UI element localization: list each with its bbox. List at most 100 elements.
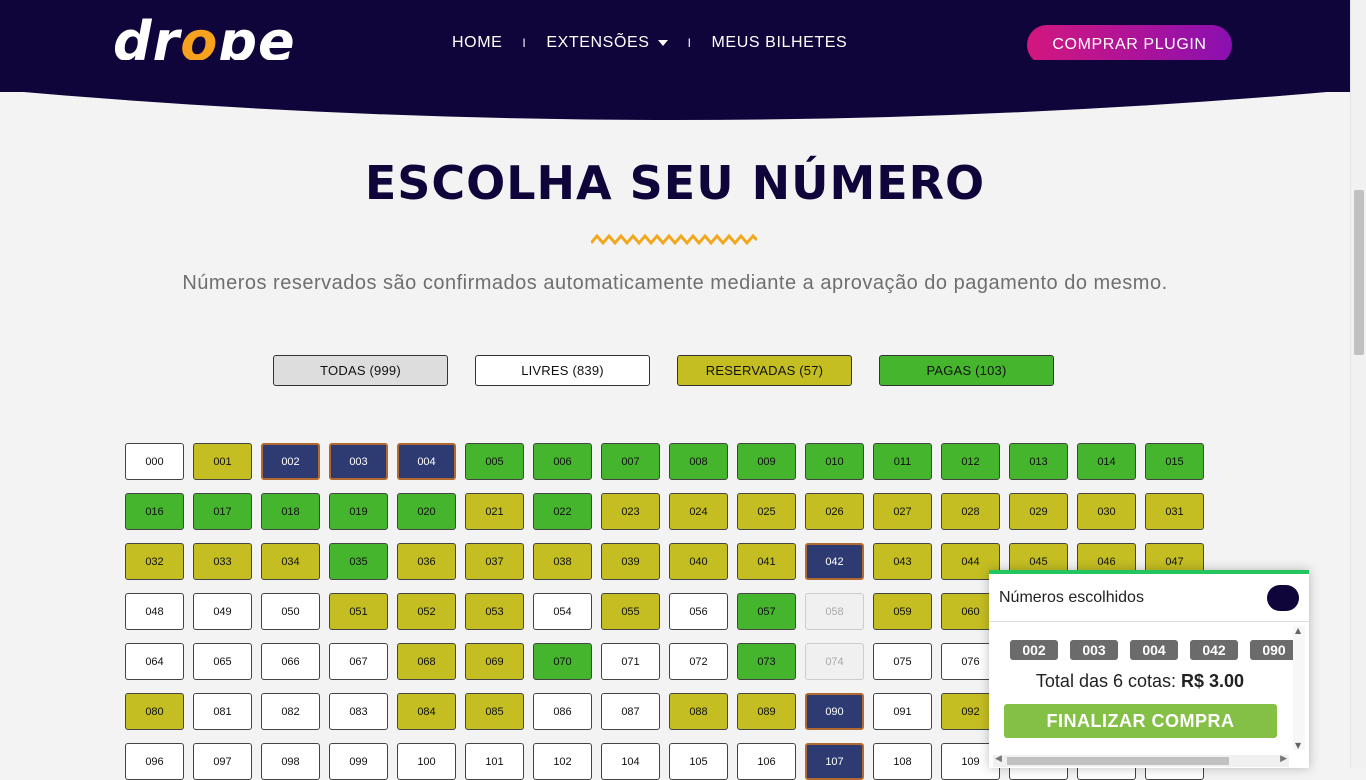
number-button[interactable]: 035	[329, 543, 388, 580]
number-button[interactable]: 040	[669, 543, 728, 580]
number-button[interactable]: 006	[533, 443, 592, 480]
number-button[interactable]: 003	[329, 443, 388, 480]
number-button[interactable]: 086	[533, 693, 592, 730]
number-button[interactable]: 029	[1009, 493, 1068, 530]
number-button[interactable]: 052	[397, 593, 456, 630]
number-button[interactable]: 038	[533, 543, 592, 580]
number-button[interactable]: 017	[193, 493, 252, 530]
number-button[interactable]: 025	[737, 493, 796, 530]
number-button[interactable]: 089	[737, 693, 796, 730]
number-button[interactable]: 087	[601, 693, 660, 730]
number-button[interactable]: 101	[465, 743, 524, 780]
number-button[interactable]: 080	[125, 693, 184, 730]
nav-extensions[interactable]: EXTENSÕES	[546, 34, 668, 52]
number-button[interactable]: 036	[397, 543, 456, 580]
number-button[interactable]: 020	[397, 493, 456, 530]
number-button[interactable]: 042	[805, 543, 864, 580]
number-button[interactable]: 072	[669, 643, 728, 680]
number-button[interactable]: 005	[465, 443, 524, 480]
number-button[interactable]: 004	[397, 443, 456, 480]
number-button[interactable]: 065	[193, 643, 252, 680]
number-button[interactable]: 075	[873, 643, 932, 680]
number-button[interactable]: 055	[601, 593, 660, 630]
number-button[interactable]: 001	[193, 443, 252, 480]
number-button[interactable]: 012	[941, 443, 1000, 480]
scrollbar-thumb[interactable]	[1007, 757, 1229, 765]
number-button[interactable]: 023	[601, 493, 660, 530]
number-button[interactable]: 032	[125, 543, 184, 580]
number-button[interactable]: 037	[465, 543, 524, 580]
number-button[interactable]: 000	[125, 443, 184, 480]
scroll-left-icon[interactable]: ◀	[995, 754, 1002, 764]
number-button[interactable]: 018	[261, 493, 320, 530]
number-button[interactable]: 024	[669, 493, 728, 530]
number-button[interactable]: 088	[669, 693, 728, 730]
number-button[interactable]: 027	[873, 493, 932, 530]
nav-tickets[interactable]: MEUS BILHETES	[712, 34, 848, 52]
scroll-down-icon[interactable]: ▼	[1295, 741, 1301, 750]
number-button[interactable]: 009	[737, 443, 796, 480]
number-button[interactable]: 031	[1145, 493, 1204, 530]
number-button[interactable]: 022	[533, 493, 592, 530]
number-button[interactable]: 070	[533, 643, 592, 680]
number-button[interactable]: 039	[601, 543, 660, 580]
number-button[interactable]: 030	[1077, 493, 1136, 530]
number-button[interactable]: 050	[261, 593, 320, 630]
number-button[interactable]: 049	[193, 593, 252, 630]
number-button[interactable]: 026	[805, 493, 864, 530]
number-button[interactable]: 090	[805, 693, 864, 730]
popup-horizontal-scrollbar[interactable]: ◀ ▶	[993, 754, 1289, 767]
number-button[interactable]: 057	[737, 593, 796, 630]
scroll-right-icon[interactable]: ▶	[1280, 754, 1287, 764]
number-button[interactable]: 091	[873, 693, 932, 730]
number-button[interactable]: 043	[873, 543, 932, 580]
number-button[interactable]: 071	[601, 643, 660, 680]
number-button[interactable]: 081	[193, 693, 252, 730]
page-scrollbar[interactable]	[1350, 0, 1366, 768]
number-button[interactable]: 105	[669, 743, 728, 780]
number-button[interactable]: 100	[397, 743, 456, 780]
number-button[interactable]: 007	[601, 443, 660, 480]
number-button[interactable]: 069	[465, 643, 524, 680]
number-button[interactable]: 051	[329, 593, 388, 630]
number-button[interactable]: 034	[261, 543, 320, 580]
number-button[interactable]: 013	[1009, 443, 1068, 480]
number-button[interactable]: 048	[125, 593, 184, 630]
number-button[interactable]: 054	[533, 593, 592, 630]
popup-toggle-button[interactable]	[1267, 584, 1299, 611]
number-button[interactable]: 008	[669, 443, 728, 480]
scrollbar-thumb[interactable]	[1354, 190, 1364, 355]
number-button[interactable]: 097	[193, 743, 252, 780]
number-button[interactable]: 099	[329, 743, 388, 780]
number-button[interactable]: 010	[805, 443, 864, 480]
number-button[interactable]: 014	[1077, 443, 1136, 480]
number-button[interactable]: 056	[669, 593, 728, 630]
buy-plugin-button[interactable]: COMPRAR PLUGIN	[1027, 25, 1232, 65]
number-button[interactable]: 108	[873, 743, 932, 780]
scroll-up-icon[interactable]: ▲	[1295, 626, 1301, 635]
number-button[interactable]: 096	[125, 743, 184, 780]
number-button[interactable]: 066	[261, 643, 320, 680]
number-button[interactable]: 106	[737, 743, 796, 780]
number-button[interactable]: 083	[329, 693, 388, 730]
number-button[interactable]: 082	[261, 693, 320, 730]
number-button[interactable]: 041	[737, 543, 796, 580]
number-button[interactable]: 011	[873, 443, 932, 480]
filter-all[interactable]: TODAS (999)	[273, 355, 448, 386]
number-button[interactable]: 019	[329, 493, 388, 530]
nav-home[interactable]: HOME	[452, 34, 502, 52]
number-button[interactable]: 085	[465, 693, 524, 730]
number-button[interactable]: 107	[805, 743, 864, 780]
filter-free[interactable]: LIVRES (839)	[475, 355, 650, 386]
number-button[interactable]: 016	[125, 493, 184, 530]
number-button[interactable]: 084	[397, 693, 456, 730]
number-button[interactable]: 102	[533, 743, 592, 780]
number-button[interactable]: 021	[465, 493, 524, 530]
number-button[interactable]: 015	[1145, 443, 1204, 480]
number-button[interactable]: 028	[941, 493, 1000, 530]
filter-reserved[interactable]: RESERVADAS (57)	[677, 355, 852, 386]
filter-paid[interactable]: PAGAS (103)	[879, 355, 1054, 386]
number-button[interactable]: 033	[193, 543, 252, 580]
number-button[interactable]: 059	[873, 593, 932, 630]
number-button[interactable]: 064	[125, 643, 184, 680]
